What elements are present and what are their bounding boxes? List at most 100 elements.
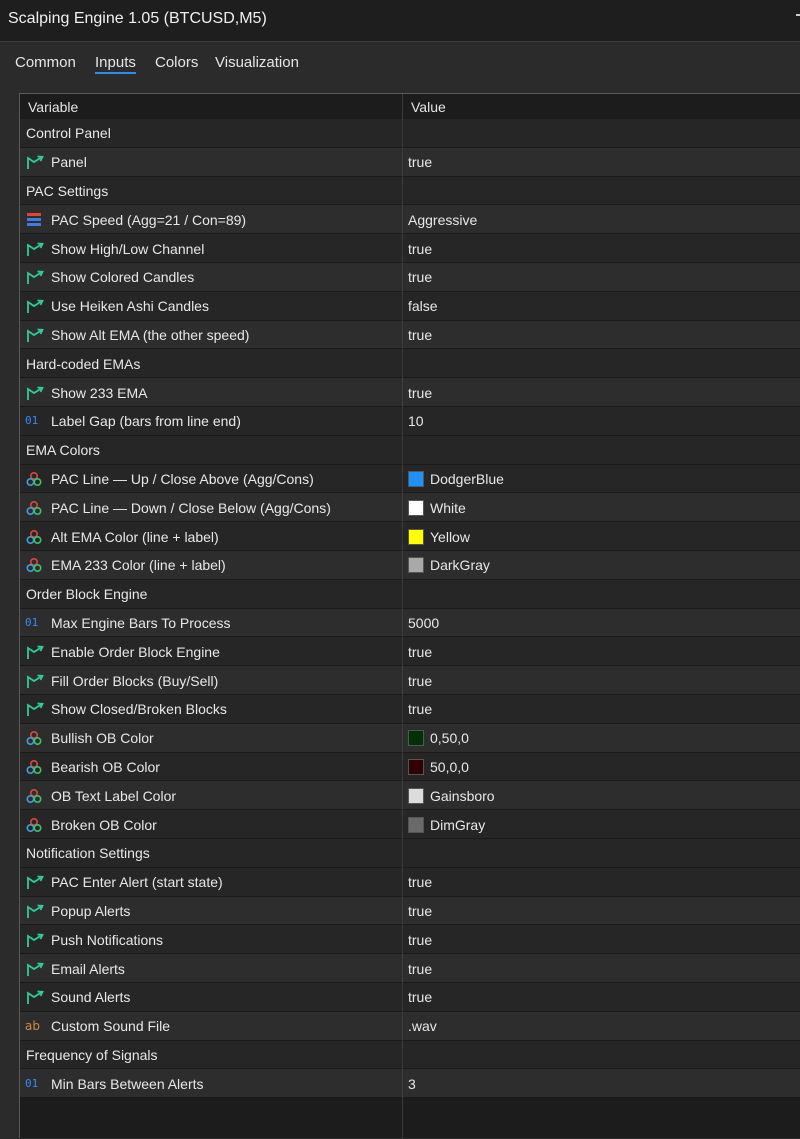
parameter-row[interactable]: PAC Line — Down / Close Below (Agg/Cons)…	[20, 493, 800, 523]
value-cell[interactable]: DarkGray	[408, 551, 490, 580]
parameter-row[interactable]: Bullish OB Color 0,50,0	[20, 723, 800, 753]
value-text: true	[408, 672, 433, 689]
parameter-row[interactable]: Broken OB Color DimGray	[20, 810, 800, 839]
value-text: 5000	[408, 614, 440, 631]
color-palette-icon	[25, 759, 45, 775]
column-header-value[interactable]: Value	[411, 99, 446, 115]
parameter-row[interactable]: Show High/Low Channel true	[20, 234, 800, 263]
value-cell[interactable]: true	[408, 954, 432, 983]
variable-cell: Bearish OB Color	[25, 753, 160, 782]
column-separator[interactable]	[402, 94, 403, 1139]
parameter-row[interactable]: ab Custom Sound File .wav	[20, 1011, 800, 1041]
value-cell[interactable]: true	[408, 234, 432, 263]
enum-list-icon	[25, 212, 45, 228]
color-palette-icon	[25, 557, 45, 573]
parameter-row[interactable]: EMA 233 Color (line + label) DarkGray	[20, 550, 800, 580]
variable-label: Show High/Low Channel	[51, 240, 205, 257]
parameter-row[interactable]: 01 Min Bars Between Alerts 3	[20, 1069, 800, 1099]
window-title: Scalping Engine 1.05 (BTCUSD,M5)	[8, 10, 267, 27]
value-cell[interactable]: 10	[408, 407, 424, 436]
value-cell[interactable]: true	[408, 983, 432, 1012]
tab-common[interactable]: Common	[15, 54, 76, 71]
value-text: true	[408, 989, 433, 1006]
value-cell[interactable]: true	[408, 637, 432, 666]
color-swatch[interactable]	[408, 787, 424, 804]
tab-colors[interactable]: Colors	[155, 54, 198, 71]
color-swatch[interactable]	[408, 758, 424, 775]
color-swatch[interactable]	[408, 499, 424, 516]
variable-cell: PAC Line — Down / Close Below (Agg/Cons)	[25, 493, 331, 522]
variable-cell: OB Text Label Color	[25, 781, 176, 810]
parameter-row[interactable]: Show Closed/Broken Blocks true	[20, 694, 800, 724]
value-cell[interactable]: Yellow	[408, 522, 470, 551]
tab-visualization[interactable]: Visualization	[215, 54, 299, 71]
parameter-row[interactable]: Fill Order Blocks (Buy/Sell) true	[20, 666, 800, 695]
variable-cell: Email Alerts	[25, 954, 125, 983]
parameter-row[interactable]: Sound Alerts true	[20, 982, 800, 1012]
tab-inputs[interactable]: Inputs	[95, 54, 136, 74]
parameter-row[interactable]: Panel true	[20, 147, 800, 177]
group-label: Order Block Engine	[26, 586, 148, 603]
value-cell[interactable]: true	[408, 263, 432, 292]
parameter-row[interactable]: Show Alt EMA (the other speed) true	[20, 320, 800, 350]
variable-cell: 01 Max Engine Bars To Process	[25, 609, 231, 638]
value-cell[interactable]: true	[408, 666, 432, 695]
value-cell[interactable]: White	[408, 493, 466, 522]
variable-cell: EMA Colors	[25, 436, 100, 465]
parameter-row[interactable]: PAC Line — Up / Close Above (Agg/Cons) Do…	[20, 464, 800, 494]
parameter-row[interactable]: Show Colored Candles true	[20, 262, 800, 292]
parameter-row[interactable]: Show 233 EMA true	[20, 378, 800, 407]
value-cell[interactable]: 0,50,0	[408, 724, 469, 753]
color-swatch[interactable]	[408, 470, 424, 487]
parameter-row[interactable]: Use Heiken Ashi Candles false	[20, 291, 800, 321]
value-cell[interactable]: true	[408, 868, 432, 897]
parameter-row[interactable]: OB Text Label Color Gainsboro	[20, 781, 800, 811]
value-cell[interactable]: .wav	[408, 1012, 437, 1041]
value-cell[interactable]: DimGray	[408, 810, 485, 839]
color-swatch[interactable]	[408, 528, 424, 545]
color-palette-icon	[25, 500, 45, 516]
parameter-row[interactable]: Push Notifications true	[20, 925, 800, 955]
variable-label: EMA 233 Color (line + label)	[51, 557, 226, 574]
bool-arrow-icon	[25, 961, 45, 977]
parameter-row[interactable]: Enable Order Block Engine true	[20, 637, 800, 667]
value-cell[interactable]: 5000	[408, 609, 439, 638]
variable-cell: Alt EMA Color (line + label)	[25, 522, 219, 551]
value-cell[interactable]: true	[408, 378, 432, 407]
value-cell[interactable]: false	[408, 292, 438, 321]
variable-cell: Bullish OB Color	[25, 724, 154, 753]
variable-label: Use Heiken Ashi Candles	[51, 298, 209, 315]
parameter-row[interactable]: 01 Max Engine Bars To Process 5000	[20, 608, 800, 638]
parameter-row[interactable]: Email Alerts true	[20, 954, 800, 983]
value-cell[interactable]: Gainsboro	[408, 781, 495, 810]
value-cell[interactable]: true	[408, 925, 432, 954]
parameter-row[interactable]: PAC Speed (Agg=21 / Con=89) Aggressive	[20, 205, 800, 235]
parameter-row[interactable]: Popup Alerts true	[20, 896, 800, 926]
value-cell[interactable]: DodgerBlue	[408, 465, 504, 494]
value-cell[interactable]: true	[408, 148, 432, 177]
group-label: PAC Settings	[26, 182, 109, 199]
variable-label: Panel	[51, 154, 87, 171]
parameter-row[interactable]: 01 Label Gap (bars from line end) 10	[20, 406, 800, 436]
window-control-edge[interactable]	[796, 14, 800, 16]
value-cell[interactable]: true	[408, 695, 432, 724]
value-cell[interactable]: true	[408, 321, 432, 350]
value-cell[interactable]: 3	[408, 1069, 416, 1098]
parameter-row[interactable]: Bearish OB Color 50,0,0	[20, 752, 800, 782]
value-cell[interactable]: 50,0,0	[408, 753, 469, 782]
value-cell[interactable]: Aggressive	[408, 205, 477, 234]
table-body: Control Panel Panel true PAC Settings PAC Sp…	[20, 119, 800, 1099]
column-header-variable[interactable]: Variable	[28, 99, 78, 115]
color-swatch[interactable]	[408, 557, 424, 574]
color-swatch[interactable]	[408, 730, 424, 747]
value-text: true	[408, 643, 433, 660]
color-swatch[interactable]	[408, 816, 424, 833]
variable-cell: Show Alt EMA (the other speed)	[25, 321, 249, 350]
value-text: Aggressive	[408, 211, 478, 228]
value-cell[interactable]: true	[408, 897, 432, 926]
parameter-row[interactable]: PAC Enter Alert (start state) true	[20, 867, 800, 897]
bool-arrow-icon	[25, 385, 45, 401]
variable-cell: ab Custom Sound File	[25, 1012, 170, 1041]
parameter-row[interactable]: Alt EMA Color (line + label) Yellow	[20, 522, 800, 551]
value-text: true	[408, 240, 433, 257]
